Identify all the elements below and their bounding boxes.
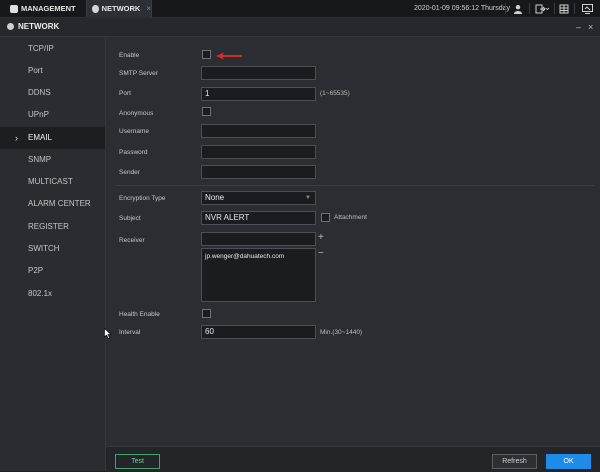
interval-label: Interval <box>119 329 141 336</box>
port-input[interactable]: 1 <box>201 87 316 101</box>
close-tab-icon[interactable]: × <box>146 4 151 13</box>
window-titlebar: NETWORK – × <box>0 18 600 37</box>
divider <box>554 3 555 14</box>
interval-input[interactable]: 60 <box>201 325 316 339</box>
network-icon <box>92 4 99 13</box>
sidebar-item-label: SWITCH <box>28 244 60 253</box>
email-settings-panel: Enable SMTP Server Port 1 (1~65535) Anon… <box>106 37 600 472</box>
sidebar-item-label: TCP/IP <box>28 44 54 53</box>
chevron-right-icon: › <box>15 133 18 143</box>
interval-range-hint: Min.(30~1440) <box>320 329 363 336</box>
management-icon <box>10 4 18 13</box>
anonymous-label: Anonymous <box>119 110 154 117</box>
monitor-icon[interactable] <box>580 2 594 15</box>
encryption-type-select[interactable]: None ▼ <box>201 191 316 205</box>
attachment-label: Attachment <box>334 214 367 221</box>
health-enable-checkbox[interactable] <box>202 309 211 318</box>
subject-input[interactable]: NVR ALERT <box>201 211 316 225</box>
sender-label: Sender <box>119 169 140 176</box>
receiver-input[interactable] <box>201 232 316 246</box>
section-divider <box>116 185 594 186</box>
network-icon <box>7 23 14 30</box>
sidebar-item-p2p[interactable]: P2P <box>0 260 105 282</box>
grid-icon[interactable] <box>557 2 571 15</box>
action-bar: Test Refresh OK <box>106 446 600 472</box>
sidebar-item-label: MULTICAST <box>28 177 73 186</box>
sidebar-item-register[interactable]: REGISTER <box>0 216 105 238</box>
sidebar-item-label: EMAIL <box>28 133 53 142</box>
password-label: Password <box>119 149 148 156</box>
sidebar-item-email[interactable]: › EMAIL <box>0 127 105 149</box>
sidebar: TCP/IP Port DDNS UPnP › EMAIL SNMP MULTIC… <box>0 37 106 471</box>
smtp-server-label: SMTP Server <box>119 70 158 77</box>
page-title: NETWORK <box>18 22 60 31</box>
tab-management-label: MANAGEMENT <box>21 4 76 13</box>
close-icon[interactable]: × <box>588 18 593 36</box>
annotation-arrow-icon <box>216 52 242 60</box>
tab-network-label: NETWORK <box>101 4 141 13</box>
username-label: Username <box>119 128 149 135</box>
sidebar-item-label: ALARM CENTER <box>28 199 91 208</box>
encryption-type-value: None <box>205 193 225 202</box>
sidebar-item-alarm-center[interactable]: ALARM CENTER <box>0 193 105 215</box>
minimize-icon[interactable]: – <box>576 18 581 36</box>
remove-receiver-icon[interactable]: − <box>318 248 324 259</box>
username-input[interactable] <box>201 124 316 138</box>
sidebar-item-label: Port <box>28 66 43 75</box>
sidebar-item-switch[interactable]: SWITCH <box>0 238 105 260</box>
sidebar-item-label: DDNS <box>28 88 51 97</box>
divider <box>505 3 506 14</box>
sidebar-item-ddns[interactable]: DDNS <box>0 82 105 104</box>
logout-icon[interactable] <box>533 2 551 15</box>
anonymous-checkbox[interactable] <box>202 107 211 116</box>
attachment-checkbox[interactable] <box>321 213 330 222</box>
top-bar: MANAGEMENT NETWORK × 2020-01-09 09:56:12… <box>0 0 600 18</box>
sender-input[interactable] <box>201 165 316 179</box>
tab-management[interactable]: MANAGEMENT <box>0 0 84 17</box>
mouse-cursor-icon <box>104 328 112 339</box>
divider <box>574 3 575 14</box>
datetime-display: 2020-01-09 09:56:12 Thursday <box>414 5 510 12</box>
receiver-label: Receiver <box>119 237 145 244</box>
enable-checkbox[interactable] <box>202 50 211 59</box>
port-label: Port <box>119 90 131 97</box>
sidebar-item-tcpip[interactable]: TCP/IP <box>0 38 105 60</box>
receiver-list[interactable]: jp.wenger@dahuatech.com <box>201 248 316 302</box>
refresh-button[interactable]: Refresh <box>492 454 537 469</box>
health-enable-label: Health Enable <box>119 311 160 318</box>
sidebar-item-snmp[interactable]: SNMP <box>0 149 105 171</box>
sidebar-item-label: SNMP <box>28 155 52 164</box>
sidebar-item-label: REGISTER <box>28 222 69 231</box>
list-item[interactable]: jp.wenger@dahuatech.com <box>205 251 315 263</box>
test-button[interactable]: Test <box>115 454 160 469</box>
port-range-hint: (1~65535) <box>320 90 350 97</box>
sidebar-item-port[interactable]: Port <box>0 60 105 82</box>
enable-label: Enable <box>119 52 140 59</box>
user-icon[interactable] <box>511 2 525 15</box>
sidebar-item-label: P2P <box>28 266 44 275</box>
sidebar-item-8021x[interactable]: 802.1x <box>0 283 105 305</box>
password-input[interactable] <box>201 145 316 159</box>
sidebar-item-upnp[interactable]: UPnP <box>0 104 105 126</box>
divider <box>529 3 530 14</box>
chevron-down-icon: ▼ <box>305 195 311 201</box>
tab-network[interactable]: NETWORK × <box>86 0 152 17</box>
encryption-type-label: Encryption Type <box>119 195 166 202</box>
add-receiver-icon[interactable]: + <box>318 232 324 243</box>
sidebar-item-label: 802.1x <box>28 289 53 298</box>
sidebar-item-multicast[interactable]: MULTICAST <box>0 171 105 193</box>
smtp-server-input[interactable] <box>201 66 316 80</box>
subject-label: Subject <box>119 215 141 222</box>
ok-button[interactable]: OK <box>546 454 591 469</box>
sidebar-item-label: UPnP <box>28 110 49 119</box>
